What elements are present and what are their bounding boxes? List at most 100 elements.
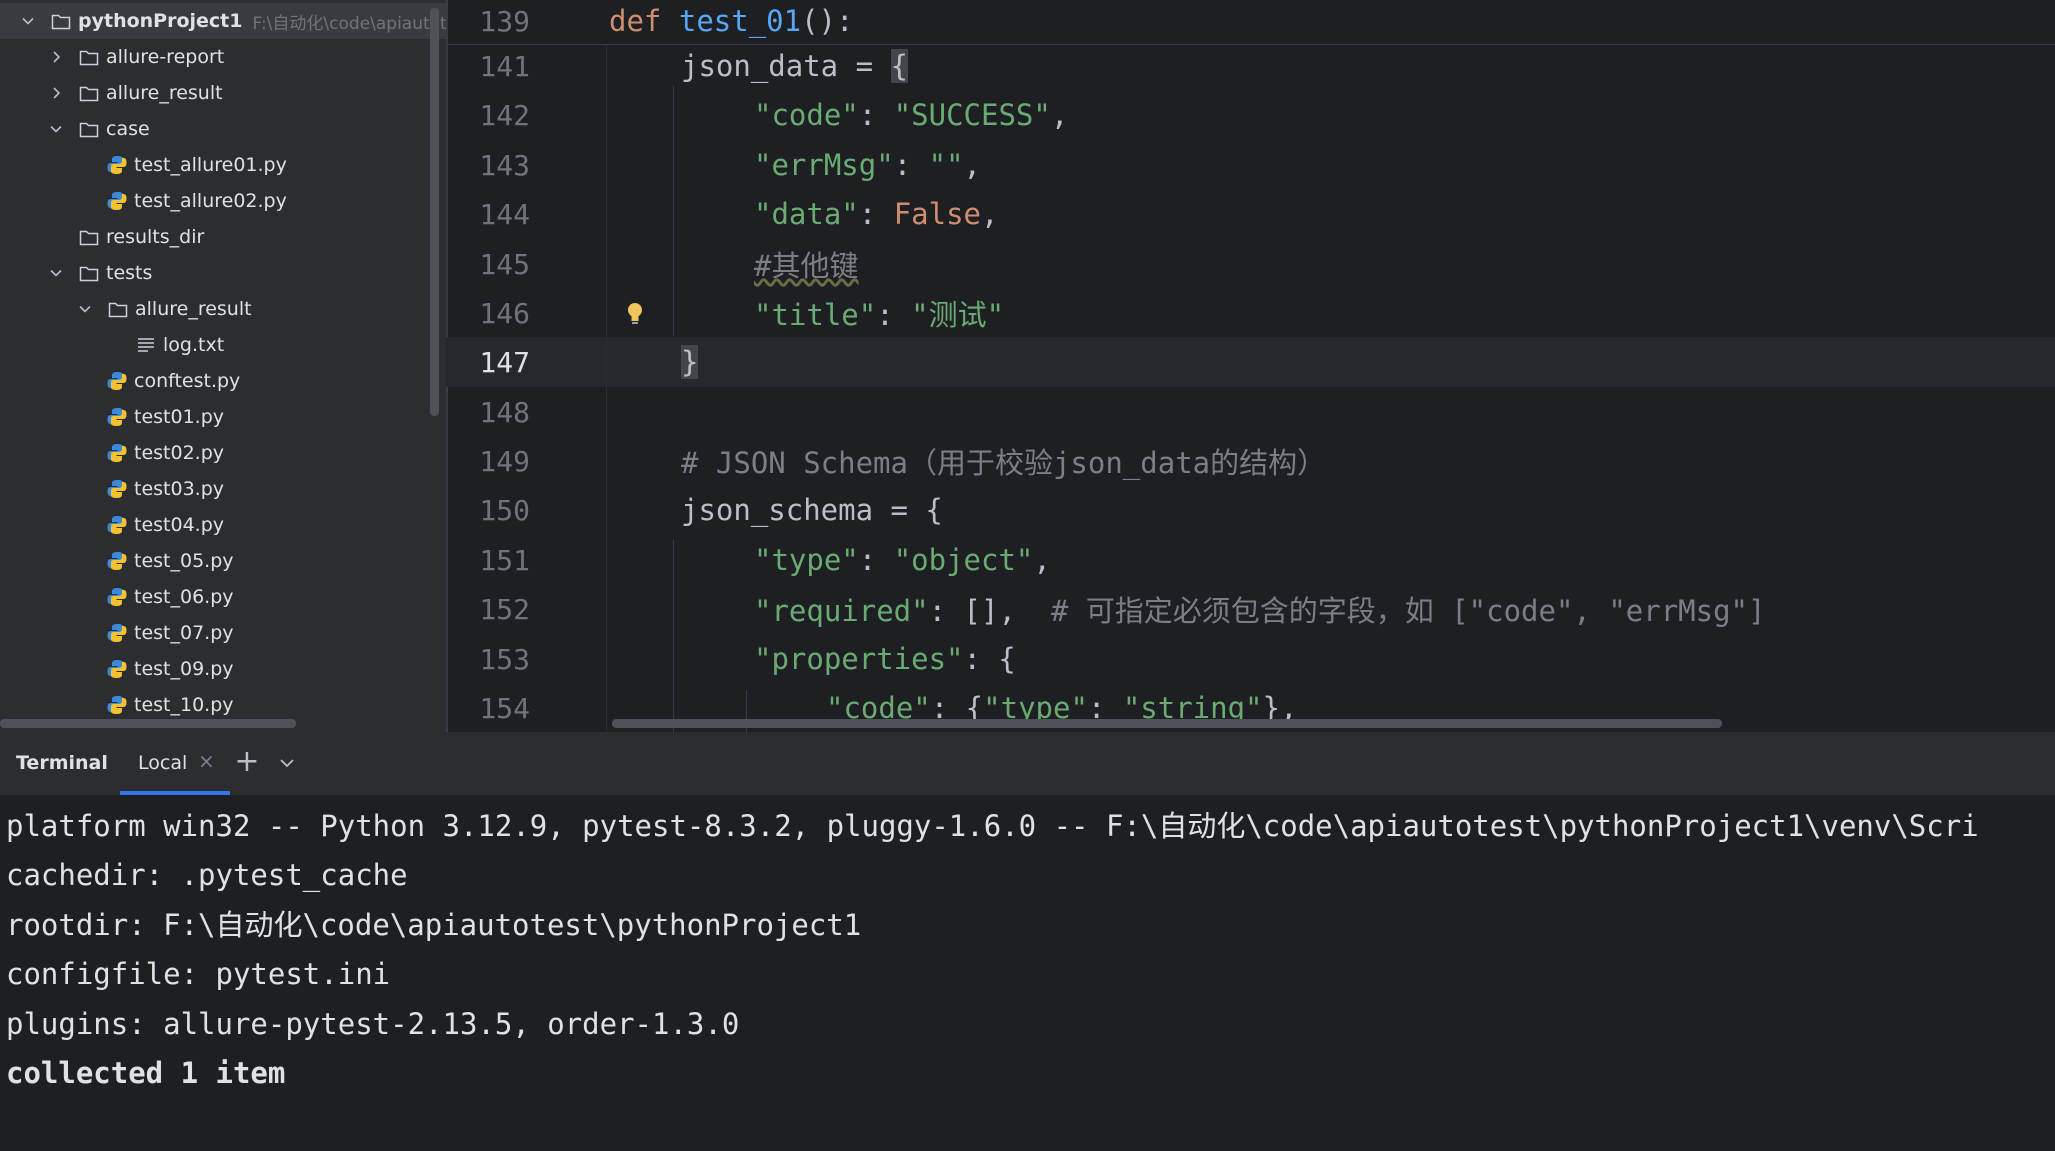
tree-horizontal-scrollbar[interactable]: [0, 719, 296, 728]
code-line-149[interactable]: 149 # JSON Schema（用于校验json_data的结构）: [446, 436, 2055, 486]
python-file-icon: [106, 154, 128, 176]
code-line-141[interactable]: 141 json_data = {: [446, 41, 2055, 91]
tree-item-allure-result[interactable]: allure_result: [0, 75, 446, 111]
code-line-142[interactable]: 142 "code": "SUCCESS",: [446, 90, 2055, 140]
code-line-146[interactable]: 146 "title": "测试": [446, 288, 2055, 338]
tree-vertical-scrollbar[interactable]: [430, 8, 439, 416]
tree-item-test-06[interactable]: test_06.py: [0, 579, 446, 615]
chevron-down-icon[interactable]: [20, 13, 36, 29]
terminal-line: platform win32 -- Python 3.12.9, pytest-…: [6, 809, 1979, 843]
python-file-icon: [106, 442, 128, 464]
terminal-line: collected 1 item: [6, 1056, 286, 1090]
new-tab-button[interactable]: +: [233, 745, 261, 779]
chevron-down-icon[interactable]: [48, 265, 64, 281]
code-text: ():: [801, 4, 854, 38]
python-file-icon: [106, 658, 128, 680]
tree-item-label: test_05.py: [134, 550, 234, 572]
code-line-151[interactable]: 151 "type": "object",: [446, 535, 2055, 585]
tree-item-label: tests: [106, 262, 153, 284]
code-text: :: [893, 148, 929, 182]
editor-horizontal-scrollbar[interactable]: [612, 719, 1722, 728]
tree-item-test02[interactable]: test02.py: [0, 435, 446, 471]
tree-item-allure-report[interactable]: allure-report: [0, 39, 446, 75]
code-line-153[interactable]: 153 "properties": {: [446, 634, 2055, 684]
code-text: ,: [1050, 98, 1069, 132]
tab-local[interactable]: Local ×: [120, 732, 230, 795]
tree-item-label: log.txt: [163, 334, 225, 356]
dict-key: "data": [754, 197, 859, 231]
folder-icon: [78, 46, 100, 68]
code-editor[interactable]: 139 def test_01(): 141 json_data = { 142…: [446, 0, 2055, 732]
python-file-icon: [106, 694, 128, 716]
dict-key: "code": [754, 98, 859, 132]
code-text: json_schema = {: [681, 493, 943, 527]
line-number: 151: [479, 543, 530, 577]
terminal-header: Terminal Local × +: [0, 732, 2055, 795]
tree-item-tests[interactable]: tests: [0, 255, 446, 291]
code-comment: # JSON Schema（用于校验json_data的结构）: [681, 446, 1327, 480]
tree-item-label: allure-report: [106, 46, 225, 68]
line-number: 142: [479, 98, 530, 132]
terminal-title[interactable]: Terminal: [16, 752, 108, 774]
close-icon[interactable]: ×: [198, 749, 215, 773]
matched-brace: }: [681, 345, 699, 379]
chevron-right-icon[interactable]: [48, 85, 64, 101]
tree-item-case[interactable]: case: [0, 111, 446, 147]
tree-item-label: results_dir: [106, 226, 205, 248]
tree-item-test03[interactable]: test03.py: [0, 471, 446, 507]
code-line-150[interactable]: 150 json_schema = {: [446, 485, 2055, 535]
keyword: def: [609, 4, 662, 38]
tree-item-test-allure02[interactable]: test_allure02.py: [0, 183, 446, 219]
line-number: 150: [479, 493, 530, 527]
tree-item-label: test_07.py: [134, 622, 234, 644]
terminal-output[interactable]: platform win32 -- Python 3.12.9, pytest-…: [0, 795, 2055, 1151]
code-comment: #其他键: [754, 249, 859, 283]
code-line-148[interactable]: 148: [446, 387, 2055, 437]
sticky-line[interactable]: 139 def test_01():: [446, 0, 2055, 46]
tab-label: Local: [138, 752, 188, 774]
line-number: 149: [479, 444, 530, 478]
tree-item-label: test_allure02.py: [134, 190, 287, 212]
code-line-143[interactable]: 143 "errMsg": "",: [446, 140, 2055, 190]
tree-item-log-txt[interactable]: log.txt: [0, 327, 446, 363]
code-line-144[interactable]: 144 "data": False,: [446, 189, 2055, 239]
code-line-152[interactable]: 152 "required": [], # 可指定必须包含的字段，如 ["cod…: [446, 584, 2055, 634]
dict-key: "required": [754, 594, 929, 628]
line-number: 147: [479, 345, 530, 379]
tree-root-pythonproject1[interactable]: pythonProject1 F:\自动化\code\apiautotes: [0, 3, 446, 39]
python-file-icon: [106, 514, 128, 536]
python-file-icon: [106, 406, 128, 428]
tree-item-label: test04.py: [134, 514, 225, 536]
text-file-icon: [135, 334, 157, 356]
tree-item-test-10[interactable]: test_10.py: [0, 687, 446, 723]
chevron-right-icon[interactable]: [48, 49, 64, 65]
string-value: "SUCCESS": [893, 98, 1051, 132]
tree-item-test-05[interactable]: test_05.py: [0, 543, 446, 579]
lightbulb-icon[interactable]: [623, 300, 647, 328]
tree-item-tests-allure-result[interactable]: allure_result: [0, 291, 446, 327]
tree-item-label: test_06.py: [134, 586, 234, 608]
project-tool-window: pythonProject1 F:\自动化\code\apiautotes al…: [0, 0, 446, 732]
chevron-down-icon[interactable]: [276, 752, 298, 774]
tree-item-test-07[interactable]: test_07.py: [0, 615, 446, 651]
folder-icon: [107, 298, 129, 320]
tree-item-test-09[interactable]: test_09.py: [0, 651, 446, 687]
tree-item-label: test02.py: [134, 442, 225, 464]
tree-item-label: test_09.py: [134, 658, 234, 680]
tree-item-test01[interactable]: test01.py: [0, 399, 446, 435]
tree-item-test04[interactable]: test04.py: [0, 507, 446, 543]
code-line-145[interactable]: 145 #其他键: [446, 239, 2055, 289]
function-name: test_01: [678, 4, 802, 38]
tree-item-results-dir[interactable]: results_dir: [0, 219, 446, 255]
chevron-down-icon[interactable]: [48, 121, 64, 137]
tree-item-conftest[interactable]: conftest.py: [0, 363, 446, 399]
string-value: "object": [893, 543, 1034, 577]
tree-item-label: allure_result: [106, 82, 223, 104]
dict-key: "properties": [754, 642, 964, 676]
line-number: 152: [479, 592, 530, 626]
line-number: 153: [479, 642, 530, 676]
code-line-147[interactable]: 147 }: [446, 337, 2055, 387]
tree-item-test-allure01[interactable]: test_allure01.py: [0, 147, 446, 183]
folder-icon: [50, 10, 72, 32]
chevron-down-icon[interactable]: [77, 301, 93, 317]
